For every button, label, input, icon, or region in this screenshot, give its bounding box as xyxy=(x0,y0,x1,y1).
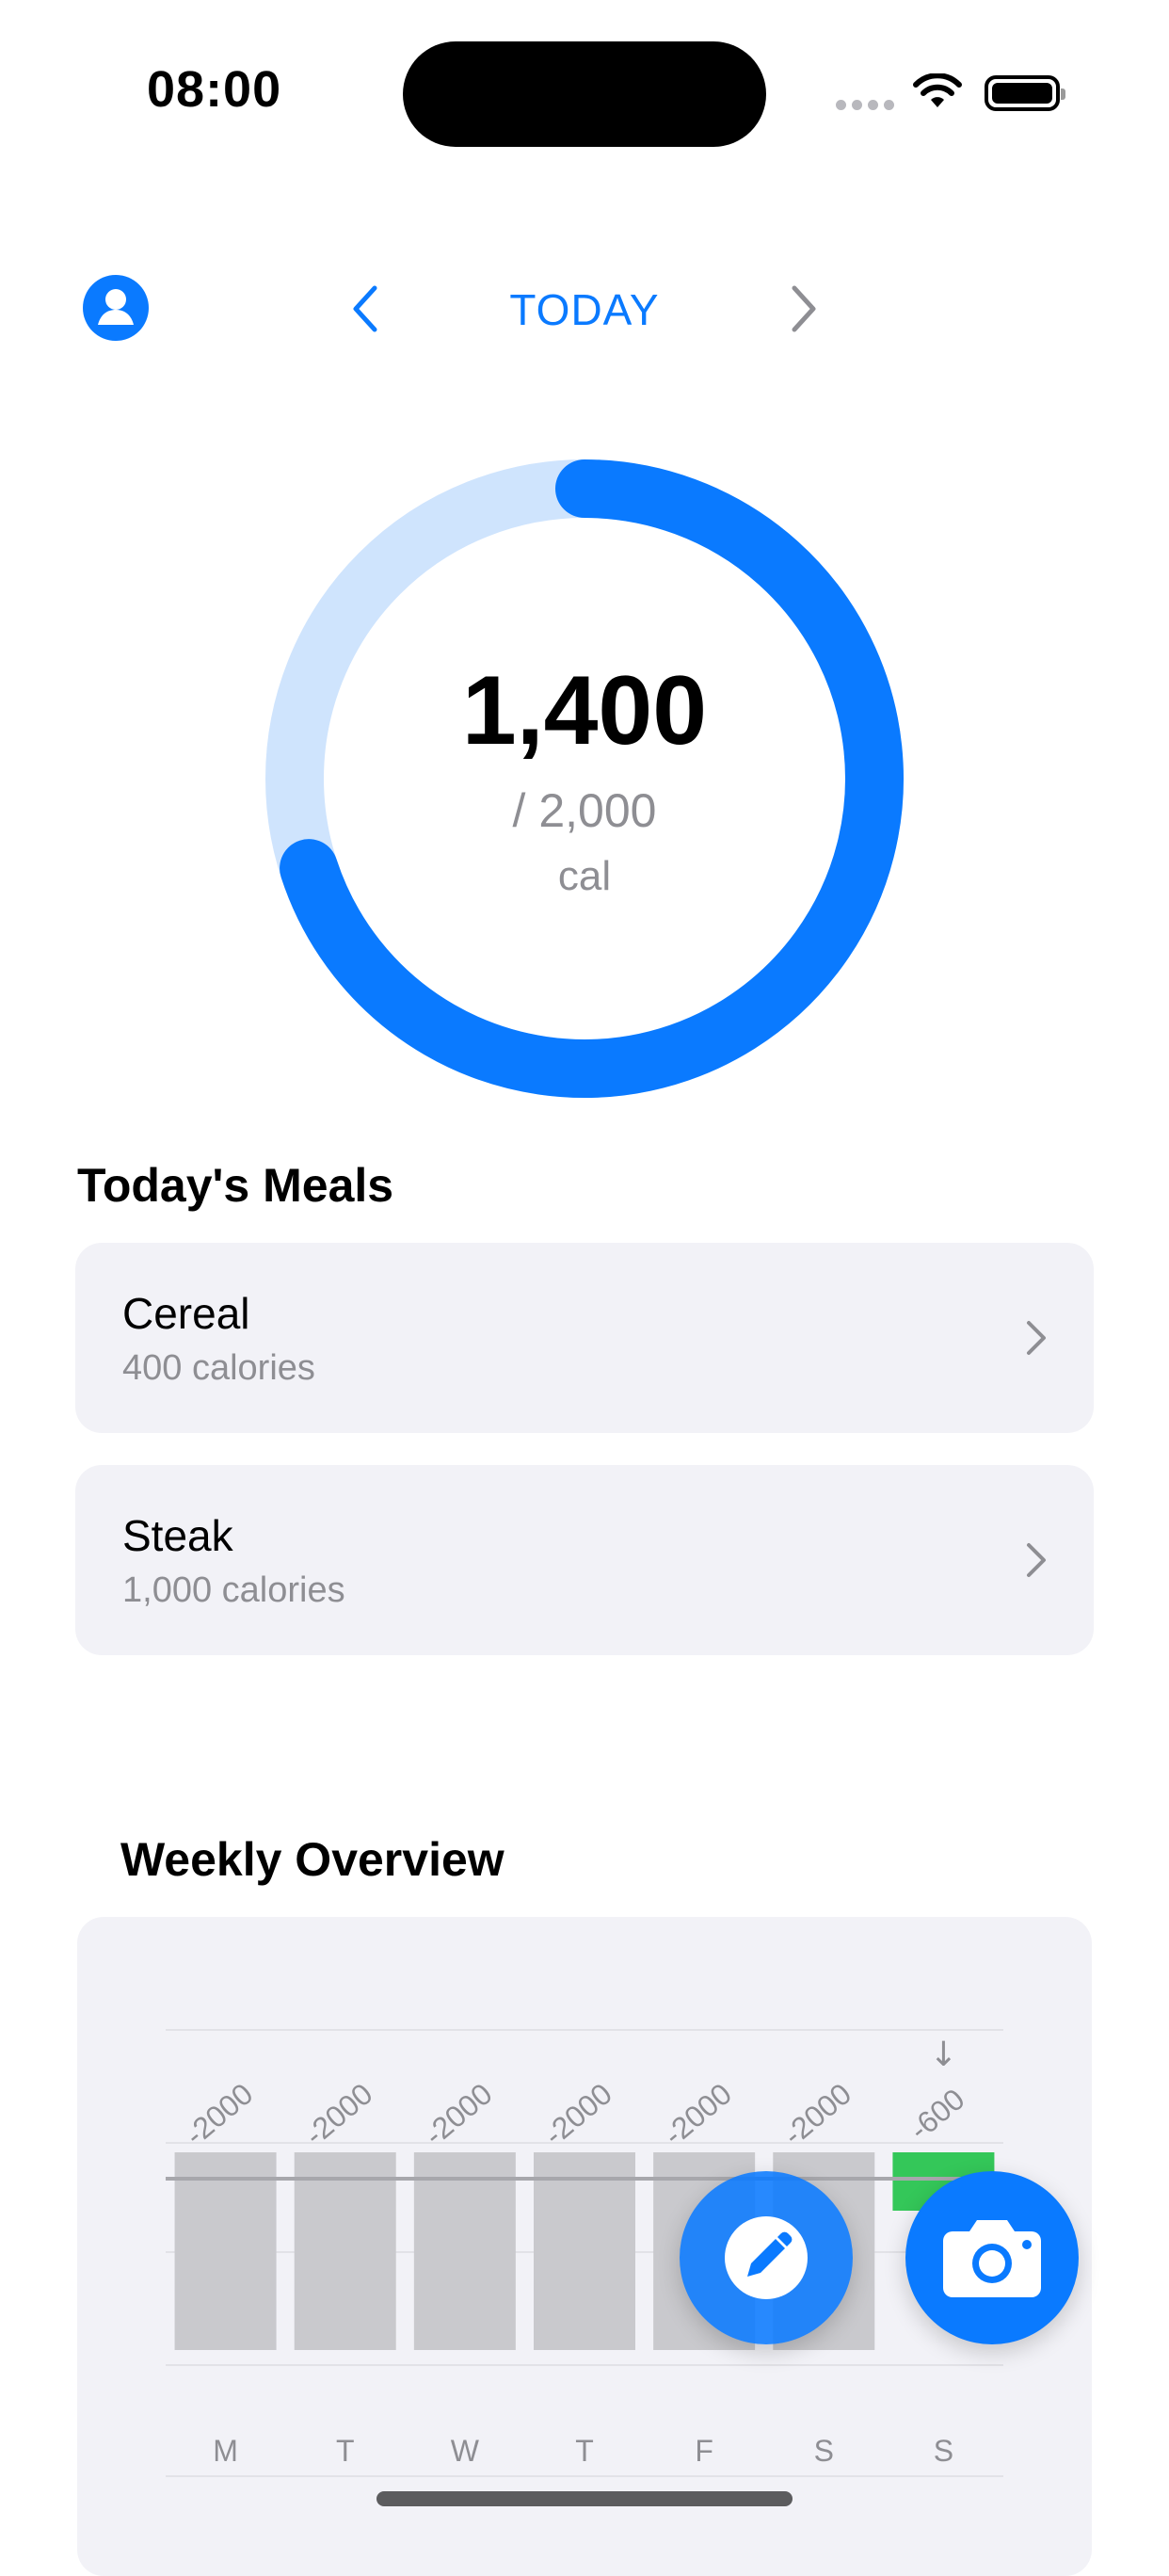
bar-value-label: -2000 xyxy=(418,2076,499,2151)
wifi-icon xyxy=(913,73,962,107)
meal-calories: 400 calories xyxy=(122,1348,315,1388)
bar-value-label: -600 xyxy=(903,2082,970,2147)
bar-value-label: -2000 xyxy=(179,2076,260,2151)
meal-name: Cereal xyxy=(122,1289,250,1338)
meals-section-title: Today's Meals xyxy=(77,1159,394,1212)
bar-value-label: -2000 xyxy=(777,2076,857,2151)
chevron-right-icon xyxy=(1027,1543,1046,1577)
battery-icon xyxy=(985,75,1065,111)
meal-name: Steak xyxy=(122,1511,233,1560)
chart-bar xyxy=(294,2152,396,2350)
chart-bar xyxy=(174,2152,277,2350)
bar-value-label: -2000 xyxy=(657,2076,738,2151)
x-axis-tick-label: T xyxy=(336,2434,355,2468)
x-axis-tick-label: T xyxy=(575,2434,594,2468)
chevron-right-icon xyxy=(1027,1321,1046,1355)
chart-bar xyxy=(534,2152,635,2350)
meal-calories: 1,000 calories xyxy=(122,1570,345,1610)
person-icon xyxy=(98,289,134,325)
dynamic-island xyxy=(403,41,766,147)
chevron-left-icon[interactable] xyxy=(346,282,384,335)
x-axis-tick-label: F xyxy=(695,2434,713,2468)
meal-card[interactable]: Steak 1,000 calories xyxy=(75,1465,1094,1655)
cellular-signal-icon xyxy=(836,100,894,113)
calorie-progress-ring xyxy=(265,459,904,1098)
camera-button[interactable] xyxy=(905,2171,1079,2344)
manual-entry-button[interactable] xyxy=(680,2171,853,2344)
date-title[interactable]: TODAY xyxy=(471,284,698,335)
weekly-section-title: Weekly Overview xyxy=(120,1833,504,1886)
x-axis-tick-label: W xyxy=(451,2434,480,2468)
calories-goal: / 2,000 xyxy=(512,784,657,837)
status-time: 08:00 xyxy=(147,61,282,118)
camera-icon xyxy=(943,2220,1041,2297)
profile-button[interactable] xyxy=(83,275,149,341)
meal-card[interactable]: Cereal 400 calories xyxy=(75,1243,1094,1433)
pencil-icon xyxy=(725,2216,808,2299)
x-axis-tick-label: S xyxy=(814,2434,834,2468)
x-axis-tick-label: M xyxy=(213,2434,238,2468)
x-axis-tick-label: S xyxy=(934,2434,953,2468)
calories-unit: cal xyxy=(557,853,612,899)
calories-consumed: 1,400 xyxy=(461,656,708,765)
home-indicator xyxy=(376,2491,793,2506)
bar-value-label: -2000 xyxy=(537,2076,618,2151)
bar-value-label: -2000 xyxy=(298,2076,379,2151)
chevron-right-icon[interactable] xyxy=(785,282,823,335)
down-arrow-icon: ↓ xyxy=(929,2036,957,2074)
chart-bar xyxy=(413,2152,516,2350)
